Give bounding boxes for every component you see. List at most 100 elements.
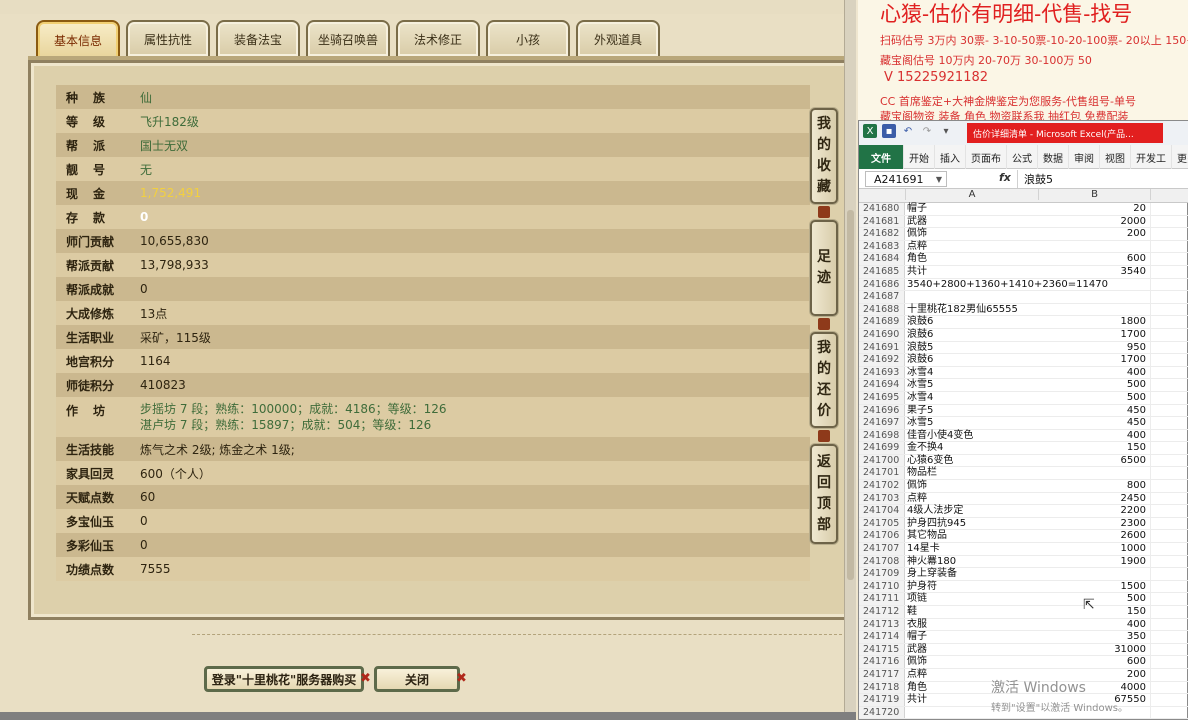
cell-b[interactable]: 150 bbox=[1039, 606, 1151, 618]
ribbon-tab-page-layout[interactable]: 页面布 bbox=[966, 145, 1007, 169]
cell-a[interactable]: 身上穿装备 bbox=[905, 568, 1039, 580]
cell-a[interactable]: 浪鼓6 bbox=[905, 316, 1039, 328]
tab-mounts-summons[interactable]: 坐骑召唤兽 bbox=[306, 20, 390, 56]
sheet-row[interactable]: 241682 佩饰 200 bbox=[859, 228, 1188, 241]
row-number[interactable]: 241711 bbox=[859, 593, 905, 605]
cell-b[interactable] bbox=[1039, 278, 1151, 291]
cell-a[interactable]: 武器 bbox=[905, 644, 1039, 656]
sheet-row[interactable]: 241684 角色 600 bbox=[859, 253, 1188, 266]
cell-b[interactable]: 1000 bbox=[1039, 543, 1151, 555]
cell-b[interactable]: 2450 bbox=[1039, 492, 1151, 505]
cell-b[interactable]: 6500 bbox=[1039, 454, 1151, 467]
sheet-row[interactable]: 241706 其它物品 2600 bbox=[859, 530, 1188, 544]
sheet-row[interactable]: 241691 浪鼓5 950 bbox=[859, 341, 1188, 355]
column-header-a[interactable]: A bbox=[905, 189, 1039, 200]
cell-b[interactable]: 600 bbox=[1039, 253, 1151, 265]
sheet-row[interactable]: 241709 身上穿装备 bbox=[859, 568, 1188, 581]
tab-child[interactable]: 小孩 bbox=[486, 20, 570, 56]
row-number[interactable]: 241701 bbox=[859, 467, 905, 480]
row-number[interactable]: 241691 bbox=[859, 341, 905, 354]
tab-appearance[interactable]: 外观道具 bbox=[576, 20, 660, 56]
cell-a[interactable]: 帽子 bbox=[905, 631, 1039, 643]
cell-b[interactable] bbox=[1039, 467, 1151, 480]
cell-a[interactable]: 物品栏 bbox=[905, 467, 1039, 479]
cell-a[interactable]: 4级人法步定 bbox=[905, 505, 1039, 517]
sheet-row[interactable]: 241687 bbox=[859, 291, 1188, 304]
back-to-top-button[interactable]: 返回顶部 bbox=[810, 444, 838, 544]
game-scrollbar[interactable] bbox=[844, 0, 856, 720]
row-number[interactable]: 241693 bbox=[859, 366, 905, 379]
cell-b[interactable] bbox=[1039, 240, 1151, 253]
sheet-row[interactable]: 241700 心猿6变色 6500 bbox=[859, 454, 1188, 468]
cell-a[interactable]: 佩饰 bbox=[905, 228, 1039, 240]
cell-b[interactable]: 2300 bbox=[1039, 517, 1151, 530]
cell-b[interactable] bbox=[1039, 568, 1151, 580]
save-icon[interactable]: ▪ bbox=[882, 124, 896, 138]
cell-b[interactable]: 450 bbox=[1039, 417, 1151, 429]
row-number[interactable]: 241695 bbox=[859, 391, 905, 404]
cell-a[interactable]: 共计 bbox=[905, 266, 1039, 278]
row-number[interactable]: 241684 bbox=[859, 253, 905, 265]
sheet-row[interactable]: 241681 武器 2000 bbox=[859, 215, 1188, 229]
row-number[interactable]: 241707 bbox=[859, 543, 905, 555]
row-number[interactable]: 241692 bbox=[859, 354, 905, 366]
cell-a[interactable]: 护身四抗945 bbox=[905, 518, 1039, 530]
cell-a[interactable]: 浪鼓5 bbox=[905, 342, 1039, 354]
sheet-row[interactable]: 241710 护身符 1500 bbox=[859, 580, 1188, 594]
ribbon-tab-data[interactable]: 数据 bbox=[1038, 145, 1069, 169]
sheet-row[interactable]: 241688 十里桃花182男仙65555 bbox=[859, 303, 1188, 317]
cell-b[interactable] bbox=[1039, 303, 1151, 316]
cell-b[interactable]: 1500 bbox=[1039, 580, 1151, 593]
my-favorites-button[interactable]: 我的收藏 bbox=[810, 108, 838, 204]
ribbon-tab-insert[interactable]: 插入 bbox=[935, 145, 966, 169]
cell-a[interactable]: 浪鼓6 bbox=[905, 354, 1039, 366]
cell-a[interactable]: 3540+2800+1360+1410+2360=11470 bbox=[905, 279, 1108, 291]
cell-b[interactable]: 500 bbox=[1039, 593, 1151, 605]
cell-b[interactable]: 500 bbox=[1039, 391, 1151, 404]
cell-a[interactable]: 神火羃180 bbox=[905, 556, 1039, 568]
cell-b[interactable]: 1800 bbox=[1039, 316, 1151, 328]
sheet-row[interactable]: 241683 点粹 bbox=[859, 240, 1188, 254]
row-number[interactable]: 241710 bbox=[859, 580, 905, 593]
cell-a[interactable]: 冰雪5 bbox=[905, 379, 1039, 391]
sheet-row[interactable]: 241685 共计 3540 bbox=[859, 265, 1188, 279]
undo-icon[interactable]: ↶ bbox=[901, 124, 915, 138]
login-purchase-button[interactable]: 登录"十里桃花"服务器购买 bbox=[204, 666, 364, 692]
cell-b[interactable]: 2600 bbox=[1039, 530, 1151, 543]
sheet-row[interactable]: 241704 4级人法步定 2200 bbox=[859, 505, 1188, 518]
row-number[interactable]: 241683 bbox=[859, 240, 905, 253]
row-number[interactable]: 241680 bbox=[859, 203, 905, 215]
sheet-row[interactable]: 241697 冰雪5 450 bbox=[859, 417, 1188, 430]
row-number[interactable]: 241709 bbox=[859, 568, 905, 580]
game-scrollbar-thumb[interactable] bbox=[847, 210, 854, 580]
row-number[interactable]: 241702 bbox=[859, 480, 905, 492]
ribbon-tab-formulas[interactable]: 公式 bbox=[1007, 145, 1038, 169]
sheet-row[interactable]: 241693 冰雪4 400 bbox=[859, 366, 1188, 380]
cell-a[interactable]: 佩饰 bbox=[905, 480, 1039, 492]
sheet-grid[interactable]: 241680 帽子 20 241681 武器 2000 241682 佩饰 200 241683 点… bbox=[859, 203, 1188, 720]
cell-b[interactable]: 400 bbox=[1039, 429, 1151, 442]
cell-a[interactable]: 其它物品 bbox=[905, 530, 1039, 542]
cell-a[interactable]: 角色 bbox=[905, 253, 1039, 265]
cell-b[interactable]: 150 bbox=[1039, 442, 1151, 454]
row-number[interactable]: 241688 bbox=[859, 303, 905, 316]
sheet-row[interactable]: 241698 佳音小使4变色 400 bbox=[859, 429, 1188, 443]
cell-a[interactable]: 帽子 bbox=[905, 203, 1039, 215]
tab-attributes[interactable]: 属性抗性 bbox=[126, 20, 210, 56]
cell-b[interactable]: 600 bbox=[1039, 656, 1151, 668]
cell-b[interactable]: 200 bbox=[1039, 228, 1151, 240]
row-number[interactable]: 241706 bbox=[859, 530, 905, 543]
cell-b[interactable]: 1900 bbox=[1039, 555, 1151, 568]
row-number[interactable]: 241716 bbox=[859, 656, 905, 668]
sheet-row[interactable]: 241705 护身四抗945 2300 bbox=[859, 517, 1188, 531]
ribbon-tab-file[interactable]: 文件 bbox=[859, 145, 904, 169]
sheet-row[interactable]: 241699 金不换4 150 bbox=[859, 442, 1188, 455]
sheet-row[interactable]: 241713 衣服 400 bbox=[859, 618, 1188, 632]
row-number[interactable]: 241690 bbox=[859, 328, 905, 341]
customize-dropdown-icon[interactable]: ▾ bbox=[939, 124, 953, 138]
cell-a[interactable] bbox=[905, 291, 1039, 303]
cell-b[interactable]: 3540 bbox=[1039, 265, 1151, 278]
ribbon-tab-home[interactable]: 开始 bbox=[904, 145, 935, 169]
cell-b[interactable]: 800 bbox=[1039, 480, 1151, 492]
cell-a[interactable]: 心猿6变色 bbox=[905, 455, 1039, 467]
